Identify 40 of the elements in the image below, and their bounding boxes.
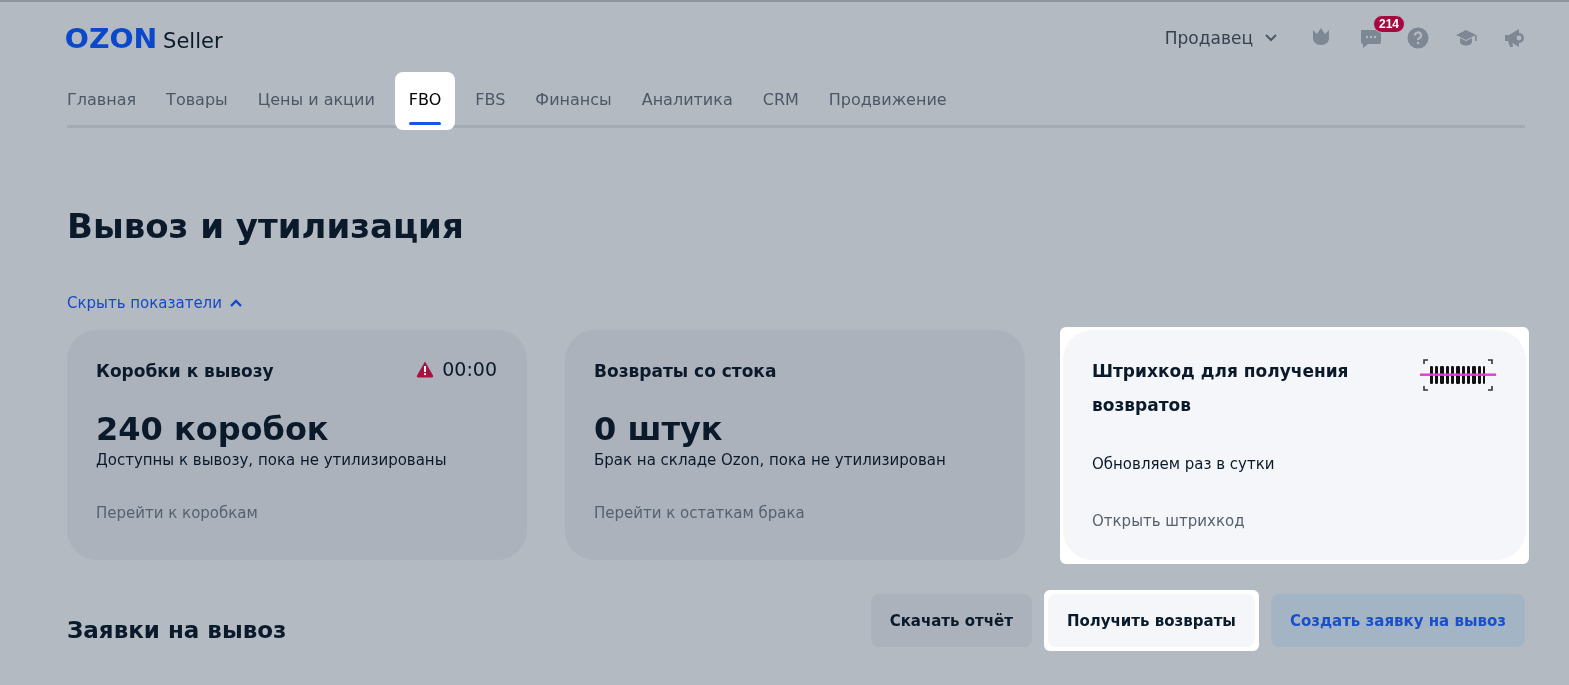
chat-button[interactable]: 214 (1359, 15, 1403, 49)
section-title: Заявки на вывоз (67, 616, 287, 645)
hide-metrics-link[interactable]: Скрыть показатели (67, 294, 242, 312)
nav-tab[interactable]: Главная (67, 72, 147, 130)
chevron-down-icon (1265, 34, 1277, 42)
nav-tab[interactable]: Цены и акции (247, 72, 385, 130)
action-button[interactable]: Скачать отчёт (870, 594, 1032, 647)
nav-tab[interactable]: Финансы (525, 72, 622, 130)
card-title: Возвраты со стока (594, 360, 777, 383)
card-title: Коробки к вывозу (96, 360, 274, 383)
metric-value: 0 штук (594, 410, 724, 448)
card-description: Доступны к вывозу, пока не утилизированы (96, 450, 448, 470)
logo[interactable]: OZON Seller (67, 22, 223, 54)
megaphone-button[interactable] (1503, 27, 1525, 49)
card-link[interactable]: Открыть штрихкод (1092, 512, 1496, 530)
page-title: Вывоз и утилизация (67, 205, 465, 248)
card-description: Брак на складе Ozon, пока не утилизирован (594, 450, 947, 470)
metric-value: 240 коробок (96, 410, 330, 448)
chat-icon (1359, 27, 1381, 49)
chevron-up-icon (229, 299, 242, 307)
card-link[interactable]: Перейти к остаткам брака (594, 504, 995, 522)
card-link[interactable]: Перейти к коробкам (96, 504, 497, 522)
megaphone-icon (1503, 27, 1525, 49)
card-description: Обновляем раз в сутки (1092, 454, 1276, 474)
action-button[interactable]: Создать заявку на вывоз (1270, 594, 1525, 647)
barcode-scan-icon (1420, 358, 1496, 392)
count-badge: 214 (1373, 15, 1406, 33)
timer-text: 00:00 (442, 358, 497, 380)
nav-tab[interactable]: Продвижение (818, 72, 957, 130)
help-button[interactable] (1407, 27, 1429, 49)
nav-tab[interactable]: Аналитика (631, 72, 743, 130)
nav-tab[interactable]: Товары (156, 72, 238, 130)
nav-tab[interactable]: FBS (465, 72, 516, 130)
nav-tab[interactable]: FBO (394, 72, 456, 130)
action-button[interactable]: Получить возвраты (1047, 594, 1255, 647)
nav-tab[interactable]: CRM (752, 72, 809, 130)
warning-icon (416, 360, 435, 378)
card-title: Штрихкод для получения возвратов (1092, 360, 1350, 417)
help-icon (1407, 27, 1429, 49)
role-dropdown[interactable]: Продавец (1164, 28, 1277, 48)
